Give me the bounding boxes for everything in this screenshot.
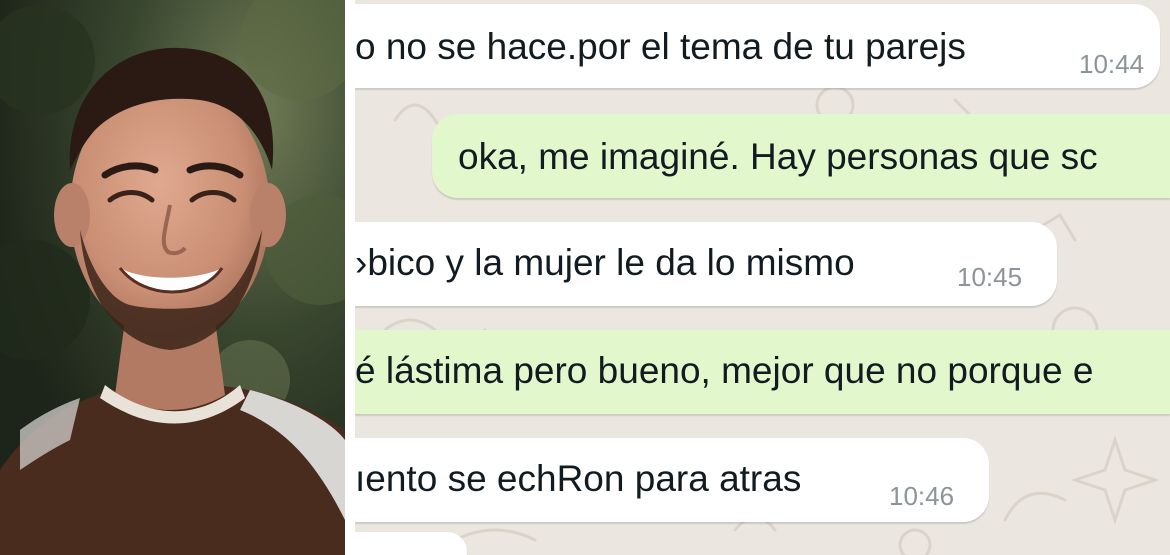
message-text: o no se hace.por el tema de tu parejs (355, 26, 966, 67)
message-bubble-incoming[interactable]: ›bico y la mujer le da lo mismo 10:45 (355, 222, 1057, 306)
message-text: oka, me imaginé. Hay personas que sc (458, 136, 1098, 177)
message-bubble-outgoing[interactable]: é lástima pero bueno, mejor que no porqu… (355, 330, 1170, 414)
message-text: ›bico y la mujer le da lo mismo (355, 242, 855, 283)
profile-photo (0, 0, 345, 555)
chat-conversation[interactable]: o no se hace.por el tema de tu parejs 10… (355, 0, 1170, 555)
message-timestamp: 10:44 (1079, 49, 1145, 79)
message-timestamp: 10:45 (957, 262, 1023, 292)
message-bubble-incoming[interactable] (355, 532, 467, 555)
message-timestamp: 10:46 (889, 481, 955, 511)
message-bubble-incoming[interactable]: ıento se echRon para atras 10:46 (355, 438, 989, 522)
message-bubble-outgoing[interactable]: oka, me imaginé. Hay personas que sc (432, 114, 1170, 198)
message-text: ıento se echRon para atras (355, 458, 802, 499)
screenshot-collage: o no se hace.por el tema de tu parejs 10… (0, 0, 1170, 555)
message-bubble-incoming[interactable]: o no se hace.por el tema de tu parejs 10… (355, 4, 1160, 88)
divider (345, 0, 355, 555)
message-text: é lástima pero bueno, mejor que no porqu… (355, 350, 1094, 391)
portrait-image (0, 0, 345, 555)
